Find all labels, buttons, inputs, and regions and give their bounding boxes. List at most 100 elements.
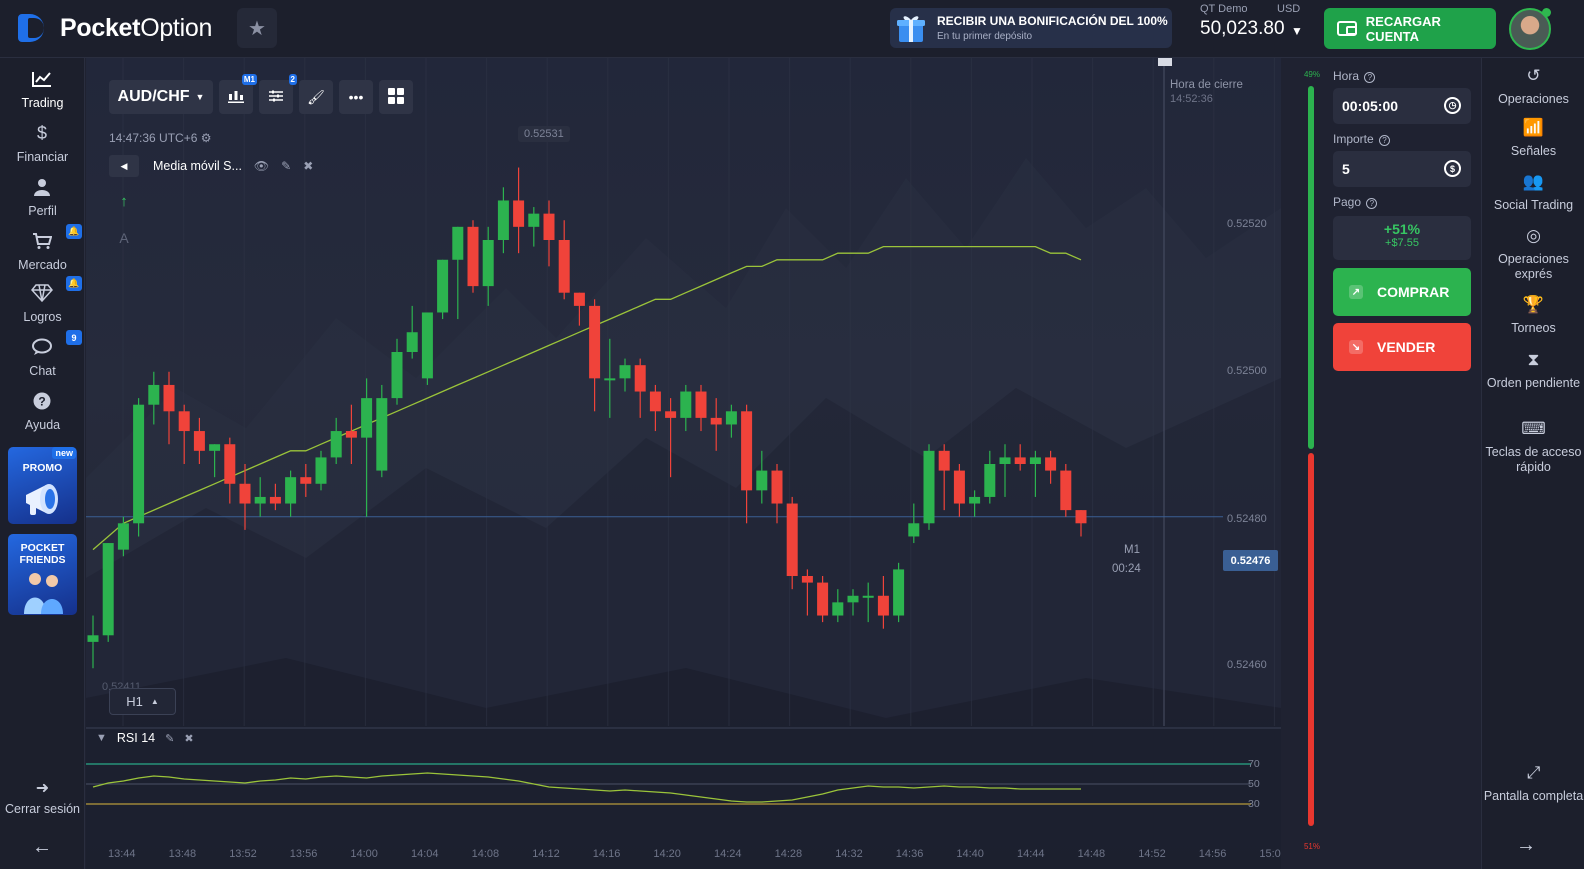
sidebar-item-trading[interactable]: Trading — [0, 62, 85, 116]
trophy-icon: 🏆 — [1522, 295, 1545, 314]
edit-icon[interactable]: ✎ — [281, 159, 291, 173]
sidebar-item-torneos[interactable]: 🏆 Torneos — [1482, 295, 1584, 336]
collapse-right-icon[interactable]: → — [1516, 834, 1536, 857]
bell-icon: 🔔 — [66, 276, 82, 291]
edit-icon[interactable]: ✎ — [165, 732, 174, 745]
help-icon[interactable]: ? — [1379, 135, 1391, 146]
bell-icon: 🔔 — [66, 224, 82, 239]
favorites-star-button[interactable]: ★ — [237, 8, 277, 48]
eye-icon[interactable]: 👁 — [254, 159, 269, 173]
candlestick-chart[interactable] — [86, 58, 1281, 869]
sell-button[interactable]: ↘ VENDER — [1333, 323, 1471, 371]
sidebar-item-perfil[interactable]: Perfil — [0, 170, 85, 224]
expiry-time-input[interactable]: 00:05:00 ◷ — [1333, 88, 1471, 124]
target-icon: ◎ — [1526, 226, 1541, 245]
sidebar-item-logros[interactable]: Logros 🔔 — [0, 276, 85, 330]
time-axis-label: 13:48 — [168, 848, 197, 860]
text-tool-icon[interactable]: A — [109, 225, 139, 251]
candle-body — [877, 595, 889, 616]
asset-pair-label: AUD/CHF — [117, 88, 190, 105]
candle-body — [528, 213, 540, 227]
timeframe-label: H1 — [126, 694, 143, 709]
grid-icon — [388, 87, 404, 107]
arrow-down-right-icon: ↘ — [1349, 340, 1363, 354]
amount-input[interactable]: 5 $ — [1333, 151, 1471, 187]
caret-down-icon: ▼ — [195, 92, 205, 102]
timeframe-badge: M1 — [241, 74, 257, 85]
deposit-button[interactable]: RECARGAR CUENTA — [1324, 8, 1496, 49]
sidebar-item-ayuda[interactable]: ? Ayuda — [0, 384, 85, 438]
more-button[interactable]: ••• — [339, 80, 373, 114]
rsi-level-label: 30 — [1248, 798, 1260, 810]
candle-body — [710, 417, 722, 425]
promo-card-label: PROMO — [22, 462, 63, 474]
sentiment-down-pct: 51% — [1303, 842, 1320, 851]
timeframe-selector[interactable]: H1 ▲ — [109, 688, 176, 715]
sidebar-item-mercado[interactable]: Mercado 🔔 — [0, 224, 85, 278]
account-selector[interactable]: QT Demo USD 50,023.80 ▼ — [1200, 2, 1305, 52]
asset-selector-button[interactable]: AUD/CHF ▼ — [109, 80, 213, 114]
logout-button[interactable]: ➜ Cerrar sesión — [0, 778, 85, 816]
time-axis-label: 14:32 — [835, 848, 863, 860]
cart-icon — [28, 230, 56, 252]
sidebar-item-senales[interactable]: 📶 Señales — [1482, 119, 1584, 159]
sentiment-down-bar — [1308, 453, 1314, 826]
sidebar-item-financiar[interactable]: $ Financiar — [0, 116, 85, 170]
promo-card[interactable]: new PROMO — [8, 447, 77, 524]
time-axis-label: 13:52 — [229, 848, 257, 860]
sidebar-item-label: Financiar — [16, 150, 69, 164]
drawing-tools-button[interactable]: 🖌 — [299, 80, 333, 114]
dots-icon: ••• — [348, 89, 364, 105]
pocket-friends-card[interactable]: POCKET FRIENDS — [8, 534, 77, 615]
chart-type-button[interactable]: M1 — [219, 74, 257, 114]
time-axis-label: 13:44 — [108, 848, 136, 860]
chart-area[interactable]: AUD/CHF ▼ M1 2 🖌 ••• 14:47:36 UTC+6 ⚙ ◀ … — [86, 58, 1281, 869]
fullscreen-icon: ⤢ — [1526, 763, 1541, 782]
sidebar-item-chat[interactable]: Chat 9 — [0, 330, 85, 384]
star-icon: ★ — [248, 17, 266, 40]
candle-body — [269, 496, 281, 504]
caret-down-icon[interactable]: ▼ — [96, 732, 107, 744]
brand-name: PocketOption — [60, 13, 213, 42]
candle-body — [117, 523, 129, 550]
time-axis-label: 14:56 — [1198, 848, 1227, 860]
sidebar-item-teclas[interactable]: ⌨ Teclas de acceso rápido — [1482, 420, 1584, 475]
rsi-name: RSI 14 — [116, 731, 156, 745]
candle-body — [87, 635, 99, 642]
close-icon[interactable]: ✖ — [303, 159, 313, 173]
help-icon[interactable]: ? — [1364, 72, 1376, 83]
svg-text:?: ? — [38, 395, 45, 409]
candle-body — [361, 398, 373, 438]
candle-timeframe-label: M1 — [1124, 544, 1140, 556]
fullscreen-button[interactable]: ⤢ Pantalla completa — [1482, 763, 1584, 804]
candle-body — [102, 543, 114, 636]
candle-body — [634, 365, 646, 392]
close-icon[interactable]: ✖ — [184, 732, 193, 745]
collapse-indicators-button[interactable]: ◀ — [109, 155, 139, 177]
rsi-level-label: 70 — [1248, 758, 1260, 770]
candle-body — [649, 391, 661, 412]
buy-button[interactable]: ↗ COMPRAR — [1333, 268, 1471, 316]
up-arrow-icon[interactable]: ↑ — [109, 188, 139, 214]
layout-button[interactable] — [379, 80, 413, 114]
time-axis-label: 15:0 — [1259, 848, 1281, 860]
sidebar-item-operaciones-expres[interactable]: ◎ Operaciones exprés — [1482, 226, 1584, 282]
friends-icon — [24, 573, 63, 614]
sidebar-item-orden-pendiente[interactable]: ⧗ Orden pendiente — [1482, 351, 1584, 391]
trade-panel: Hora ? 00:05:00 ◷ Importe ? 5 $ Pago ? +… — [1327, 58, 1481, 869]
candle-body — [209, 444, 221, 451]
candle-body — [482, 240, 494, 287]
gear-icon[interactable]: ⚙ — [201, 131, 212, 145]
history-icon: ↺ — [1526, 66, 1541, 85]
help-icon[interactable]: ? — [1366, 198, 1378, 209]
candle-body — [786, 503, 798, 576]
sidebar-item-social-trading[interactable]: 👥 Social Trading — [1482, 173, 1584, 213]
bonus-promo-banner[interactable]: RECIBIR UNA BONIFICACIÓN DEL 100% En tu … — [890, 8, 1172, 48]
sidebar-item-operaciones[interactable]: ↺ Operaciones — [1482, 66, 1584, 107]
candle-body — [148, 384, 160, 405]
collapse-left-icon[interactable]: ← — [32, 836, 52, 859]
app-root: PocketOption ★ RECIBIR UNA BONIFICACIÓN … — [0, 0, 1584, 869]
sliders-icon — [269, 89, 283, 105]
brand-logo[interactable]: PocketOption — [18, 12, 212, 44]
indicators-button[interactable]: 2 — [259, 74, 297, 114]
